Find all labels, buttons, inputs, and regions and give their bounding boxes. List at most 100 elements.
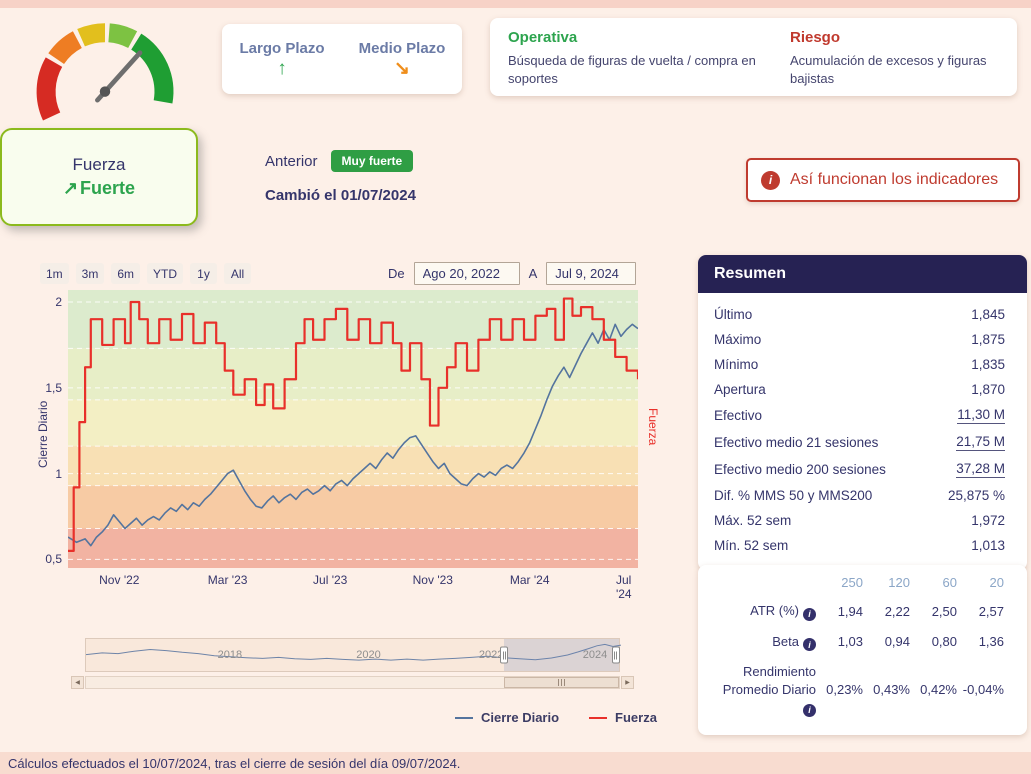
top-strip (0, 0, 1031, 8)
summary-row: Mín. 52 sem 1,013 (714, 533, 1005, 558)
operativa-section: Operativa Búsqueda de figuras de vuelta … (508, 29, 756, 85)
stats-cell-value: 2,22 (863, 604, 910, 619)
fuerza-indicator-card[interactable]: Fuerza ↗Fuerte (0, 128, 198, 226)
medium-term-indicator: Medio Plazo ↘ (342, 24, 462, 94)
summary-row-label: Mín. 52 sem (714, 538, 788, 553)
legend-line-swatch (455, 717, 473, 719)
stats-cell-value: 0,23% (816, 682, 863, 697)
navigator-year-label: 2020 (356, 649, 380, 661)
navigator-year-label: 2024 (583, 649, 607, 661)
scrollbar-track[interactable] (85, 676, 620, 689)
stats-panel: 2501206020ATR (%)i1,942,222,502,57Betai1… (698, 565, 1027, 735)
stats-column-header: 20 (957, 575, 1004, 590)
up-right-arrow-icon: ↗ (63, 178, 78, 198)
previous-state-badge: Muy fuerte (331, 150, 414, 172)
navigator-year-label: 2018 (218, 649, 242, 661)
summary-row: Efectivo medio 200 sesiones37,28 M (714, 456, 1005, 483)
summary-row-label: Efectivo (714, 408, 762, 423)
summary-row-label: Apertura (714, 382, 766, 397)
summary-row-label: Mínimo (714, 357, 758, 372)
navigator-right-handle[interactable] (612, 647, 620, 664)
range-button-all[interactable]: All (224, 263, 251, 284)
stats-row-label-text: Rendimiento Promedio Diario (723, 664, 816, 697)
date-range-picker: De A (388, 262, 636, 285)
legend-item-cierre-diario[interactable]: Cierre Diario (455, 710, 559, 725)
summary-row: Máx. 52 sem1,972 (714, 508, 1005, 533)
scrollbar-thumb[interactable] (504, 677, 619, 688)
range-button-1y[interactable]: 1y (190, 263, 217, 284)
y-tick-label: 2 (55, 295, 62, 309)
x-tick-label: Jul '24 (616, 573, 632, 601)
stats-row-label: ATR (%)i (712, 602, 816, 621)
info-icon[interactable]: i (803, 608, 816, 621)
chart-navigator[interactable]: 2018202020222024 (85, 638, 620, 672)
operativa-riesgo-card: Operativa Búsqueda de figuras de vuelta … (490, 18, 1017, 96)
summary-row-value: 25,875 % (948, 488, 1005, 503)
riesgo-title: Riesgo (790, 29, 999, 46)
summary-row-label: Último (714, 307, 752, 322)
operativa-description: Búsqueda de figuras de vuelta / compra e… (508, 52, 756, 88)
range-button-ytd[interactable]: YTD (147, 263, 183, 284)
how-indicators-work-button[interactable]: i Así funcionan los indicadores (746, 158, 1020, 202)
stats-row-label: Betai (712, 633, 816, 652)
x-tick-label: Nov '23 (413, 573, 453, 587)
navigator-left-handle[interactable] (500, 647, 508, 664)
operativa-title: Operativa (508, 29, 756, 46)
riesgo-description: Acumulación de excesos y figuras bajista… (790, 52, 999, 88)
x-tick-label: Jul '23 (313, 573, 347, 587)
range-button-1m[interactable]: 1m (40, 263, 69, 284)
range-button-3m[interactable]: 3m (76, 263, 105, 284)
date-from-input[interactable] (414, 262, 520, 285)
summary-title: Resumen (698, 255, 1027, 293)
long-term-indicator: Largo Plazo ↑ (222, 24, 342, 94)
info-icon[interactable]: i (803, 638, 816, 651)
summary-row-label: Máx. 52 sem (714, 513, 791, 528)
changed-date-text: Cambió el 01/07/2024 (265, 187, 416, 204)
info-icon[interactable]: i (803, 704, 816, 717)
summary-row: Apertura1,870 (714, 377, 1005, 402)
footer-bar: Cálculos efectuados el 10/07/2024, tras … (0, 752, 1031, 774)
scroll-left-arrow-icon[interactable]: ◀ (71, 676, 84, 689)
scroll-right-arrow-icon[interactable]: ▶ (621, 676, 634, 689)
x-tick-label: Mar '23 (208, 573, 248, 587)
price-strength-chart[interactable] (68, 290, 638, 568)
up-arrow-icon: ↑ (277, 59, 287, 78)
indicators-dashboard: Largo Plazo ↑ Medio Plazo ↘ Operativa Bú… (0, 0, 1031, 774)
previous-state-block: Anterior Muy fuerte Cambió el 01/07/2024 (265, 150, 416, 204)
stats-table: 2501206020ATR (%)i1,942,222,502,57Betai1… (712, 575, 1003, 717)
trend-terms-card: Largo Plazo ↑ Medio Plazo ↘ (222, 24, 462, 94)
summary-row-value: 1,845 (971, 307, 1005, 322)
legend-line-swatch (589, 717, 607, 719)
stats-column-header: 250 (816, 575, 863, 590)
right-axis-title: Fuerza (646, 408, 660, 445)
stats-cell-value: 2,57 (957, 604, 1004, 619)
summary-row-label: Dif. % MMS 50 y MMS200 (714, 488, 872, 503)
summary-row-value: 1,013 (971, 538, 1005, 553)
calculation-note: Cálculos efectuados el 10/07/2024, tras … (8, 756, 460, 771)
summary-row: Último 1,845 (714, 302, 1005, 327)
stats-column-header: 120 (863, 575, 910, 590)
summary-row-value: 21,75 M (956, 434, 1005, 451)
indicator-state-label: Fuerte (80, 178, 135, 198)
summary-row: Máximo1,875 (714, 327, 1005, 352)
stats-cell-value: -0,04% (957, 682, 1004, 697)
range-button-6m[interactable]: 6m (111, 263, 140, 284)
chart-legend: Cierre Diario Fuerza (455, 710, 657, 725)
x-axis-ticks: Nov '22Mar '23Jul '23Nov '23Mar '24Jul '… (68, 573, 638, 589)
y-tick-label: 0,5 (45, 552, 62, 566)
stats-cell-value: 1,36 (957, 634, 1004, 649)
gauge-icon (26, 8, 184, 122)
chart-scrollbar: ◀ ▶ (71, 676, 634, 689)
y-tick-label: 1,5 (45, 381, 62, 395)
summary-row: Mínimo1,835 (714, 352, 1005, 377)
legend-item-fuerza[interactable]: Fuerza (589, 710, 657, 725)
indicator-name: Fuerza (73, 155, 126, 175)
date-to-input[interactable] (546, 262, 636, 285)
stats-row-label: Rendimiento Promedio Diario i (712, 663, 816, 717)
stats-cell-value: 0,43% (863, 682, 910, 697)
previous-label: Anterior (265, 153, 318, 170)
stats-row-label-text: Beta (772, 634, 799, 649)
summary-row-label: Efectivo medio 200 sesiones (714, 462, 886, 477)
medium-term-label: Medio Plazo (359, 40, 446, 57)
summary-panel: Resumen Último 1,845 Máximo1,875Mínimo1,83… (698, 255, 1027, 570)
